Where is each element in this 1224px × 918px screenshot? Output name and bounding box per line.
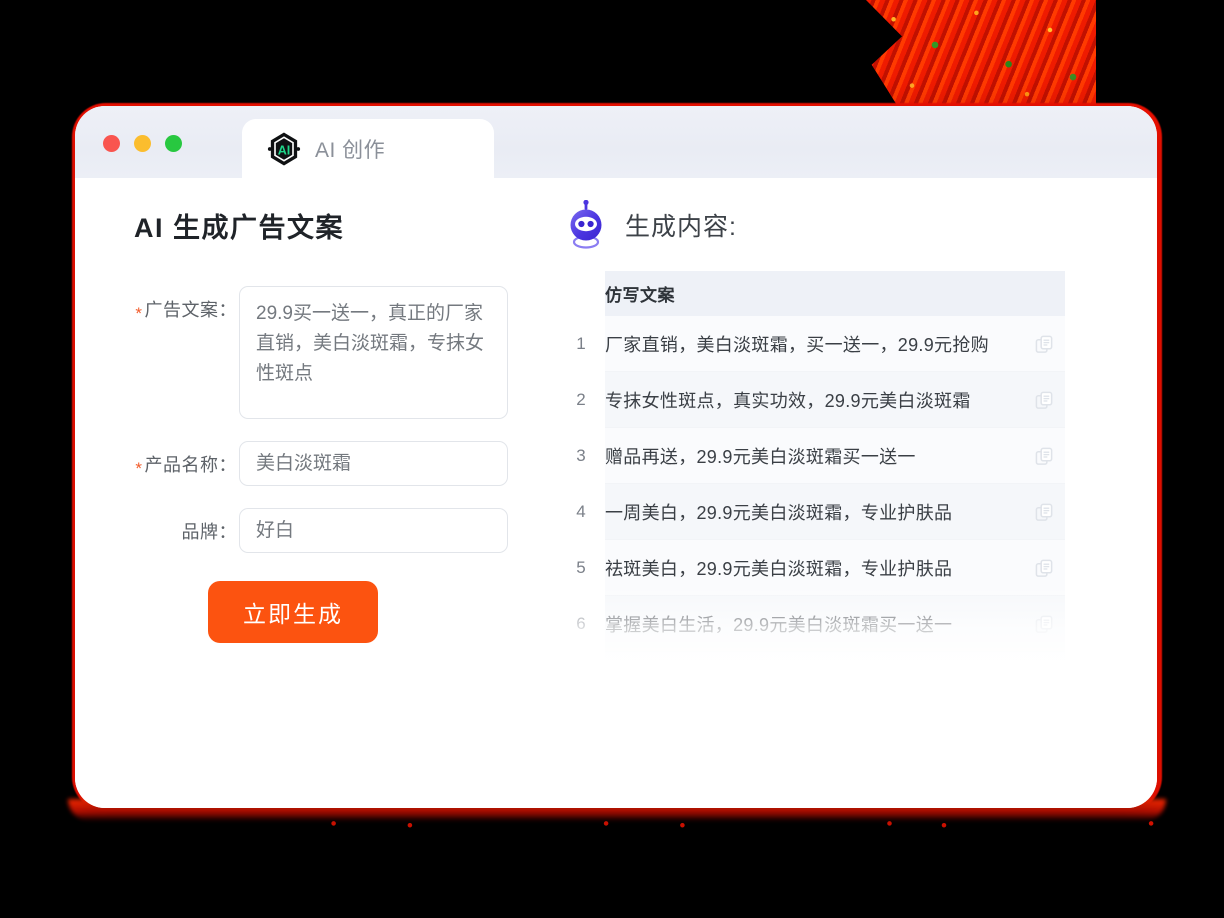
row-index: 7	[557, 651, 605, 691]
generated-content-header: 生成内容:	[564, 200, 1157, 250]
row-text: 掌握美白生活，29.9元美白淡斑霜买一送一	[605, 595, 1023, 652]
label-product-name-text: 产品名称：	[144, 455, 237, 475]
generate-button[interactable]: 立即生成	[208, 581, 378, 643]
row-index: 1	[557, 316, 605, 372]
page-title: AI 生成广告文案	[134, 213, 345, 243]
ai-hexagon-logo-icon: AI	[266, 131, 302, 167]
left-panel: AI 生成广告文案 * 广告文案： 29.9买一送一，真正的厂家直销，美白淡斑霜，…	[75, 178, 553, 808]
label-brand: 品牌：	[75, 508, 239, 544]
row-copy-cell	[1023, 595, 1065, 652]
row-index: 2	[557, 371, 605, 428]
required-asterisk: *	[135, 304, 143, 323]
copy-icon[interactable]	[1035, 335, 1054, 354]
generated-content-table-wrapper: 仿写文案 1 厂家直销，美白淡斑霜，买一送一，29.9元抢购 2 专抹女性斑点，…	[557, 271, 1065, 691]
tab-ai-creation[interactable]: AI AI 创作	[242, 119, 494, 178]
row-copy-cell	[1023, 651, 1065, 691]
tab-label: AI 创作	[315, 138, 386, 162]
table-header-row: 仿写文案	[557, 271, 1065, 316]
traffic-lights	[103, 135, 182, 152]
window-body: AI 生成广告文案 * 广告文案： 29.9买一送一，真正的厂家直销，美白淡斑霜，…	[75, 178, 1157, 808]
generated-content-table: 仿写文案 1 厂家直销，美白淡斑霜，买一送一，29.9元抢购 2 专抹女性斑点，…	[557, 271, 1065, 691]
row-copy-cell	[1023, 427, 1065, 484]
label-brand-text: 品牌：	[181, 522, 237, 542]
row-copy-cell	[1023, 316, 1065, 372]
table-row: 1 厂家直销，美白淡斑霜，买一送一，29.9元抢购	[557, 316, 1065, 372]
field-row-ad-copy: * 广告文案： 29.9买一送一，真正的厂家直销，美白淡斑霜，专抹女性斑点	[75, 286, 553, 419]
copy-icon[interactable]	[1035, 447, 1054, 466]
row-copy-cell	[1023, 483, 1065, 540]
row-text: 赠品再送，29.9元美白淡斑霜买一送一	[605, 427, 1023, 484]
table-row: 5 祛斑美白，29.9元美白淡斑霜，专业护肤品	[557, 539, 1065, 596]
field-row-product-name: * 产品名称： 美白淡斑霜	[75, 441, 553, 486]
row-text: 祛斑美白，29.9元美白淡斑霜，专业护肤品	[605, 539, 1023, 596]
row-text: 厂家直销，美白淡斑霜，买一送一，29.9元抢购	[605, 316, 1023, 372]
copy-icon[interactable]	[1035, 559, 1054, 578]
app-window: AI AI 创作 AI 生成广告文案 * 广告文案： 29.9买一送一，真正的厂家…	[75, 106, 1157, 808]
label-ad-copy-text: 广告文案：	[144, 300, 237, 320]
robot-icon	[564, 200, 608, 250]
row-text: 专抹女性斑点，真实功效，29.9元美白淡斑霜	[605, 371, 1023, 428]
label-ad-copy: * 广告文案：	[75, 286, 239, 323]
copy-icon[interactable]	[1035, 391, 1054, 410]
svg-text:AI: AI	[278, 143, 291, 157]
row-copy-cell	[1023, 371, 1065, 428]
ad-copy-textarea[interactable]: 29.9买一送一，真正的厂家直销，美白淡斑霜，专抹女性斑点	[239, 286, 508, 419]
field-row-brand: 品牌： 好白	[75, 508, 553, 553]
row-index: 3	[557, 427, 605, 484]
right-panel: 生成内容: 仿写文案 1 厂家直销，美白淡斑霜，买一送一，29.9元抢购 2 专…	[553, 178, 1157, 808]
minimize-button[interactable]	[134, 135, 151, 152]
table-body: 1 厂家直销，美白淡斑霜，买一送一，29.9元抢购 2 专抹女性斑点，真实功效，…	[557, 316, 1065, 691]
row-text: 女神必备，29.9元美白淡斑霜，护肤必备	[605, 651, 1023, 691]
table-row: 2 专抹女性斑点，真实功效，29.9元美白淡斑霜	[557, 371, 1065, 428]
brand-input[interactable]: 好白	[239, 508, 508, 553]
generated-content-title: 生成内容:	[625, 213, 737, 241]
row-index: 5	[557, 539, 605, 596]
row-index: 4	[557, 483, 605, 540]
header-index	[557, 271, 605, 316]
copy-icon[interactable]	[1035, 503, 1054, 522]
window-titlebar: AI AI 创作	[75, 106, 1157, 178]
header-copy	[1023, 271, 1065, 316]
maximize-button[interactable]	[165, 135, 182, 152]
table-row: 3 赠品再送，29.9元美白淡斑霜买一送一	[557, 427, 1065, 484]
product-name-input[interactable]: 美白淡斑霜	[239, 441, 508, 486]
ad-copy-form: * 广告文案： 29.9买一送一，真正的厂家直销，美白淡斑霜，专抹女性斑点 * 产品…	[75, 286, 553, 553]
decorative-wedge	[866, 0, 1096, 107]
close-button[interactable]	[103, 135, 120, 152]
table-row: 6 掌握美白生活，29.9元美白淡斑霜买一送一	[557, 595, 1065, 652]
copy-icon[interactable]	[1035, 615, 1054, 634]
row-index: 6	[557, 595, 605, 652]
card-glow-specks	[72, 812, 1162, 842]
table-row: 4 一周美白，29.9元美白淡斑霜，专业护肤品	[557, 483, 1065, 540]
label-product-name: * 产品名称：	[75, 441, 239, 478]
copy-icon[interactable]	[1035, 671, 1054, 690]
row-copy-cell	[1023, 539, 1065, 596]
header-text: 仿写文案	[605, 271, 1023, 316]
table-row: 7 女神必备，29.9元美白淡斑霜，护肤必备	[557, 651, 1065, 691]
decorative-red-texture	[866, 0, 1096, 107]
required-asterisk: *	[135, 459, 143, 478]
row-text: 一周美白，29.9元美白淡斑霜，专业护肤品	[605, 483, 1023, 540]
